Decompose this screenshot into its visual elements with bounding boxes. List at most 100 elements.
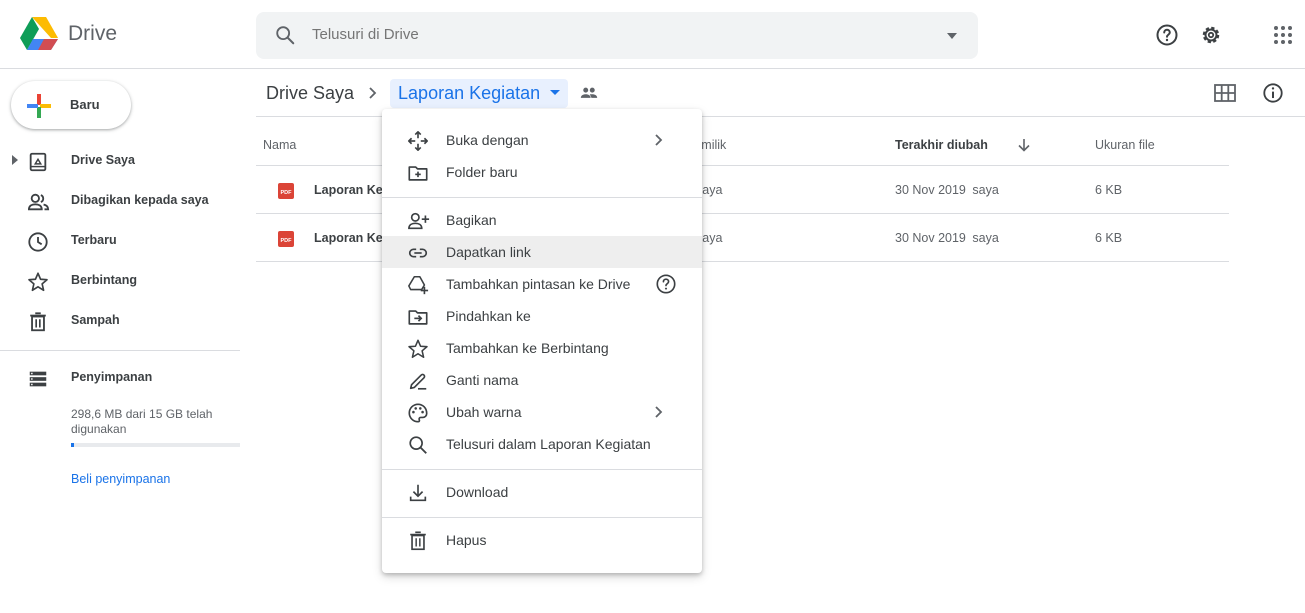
menu-item-add-star[interactable]: Tambahkan ke Berbintang bbox=[382, 332, 702, 364]
apps-grid-icon[interactable] bbox=[1271, 23, 1295, 47]
sidebar-item-label: Sampah bbox=[71, 313, 120, 327]
file-modified: 30 Nov 2019 saya bbox=[895, 231, 999, 245]
storage-progress-bar bbox=[71, 443, 240, 447]
top-bar: Drive bbox=[0, 0, 1305, 69]
star-icon bbox=[408, 339, 428, 359]
menu-item-label: Dapatkan link bbox=[446, 244, 531, 260]
sidebar-item-starred[interactable]: Berbintang bbox=[0, 265, 240, 297]
add-person-icon bbox=[408, 212, 430, 230]
menu-item-label: Folder baru bbox=[446, 164, 518, 180]
sidebar-item-storage[interactable]: Penyimpanan bbox=[0, 362, 240, 394]
column-header-size[interactable]: Ukuran file bbox=[1095, 138, 1155, 152]
search-options-icon[interactable] bbox=[946, 32, 958, 40]
menu-divider bbox=[382, 517, 702, 518]
menu-item-label: Ganti nama bbox=[446, 372, 519, 388]
clock-icon bbox=[28, 232, 48, 252]
add-shortcut-drive-icon bbox=[408, 275, 429, 295]
breadcrumb-current-label: Laporan Kegiatan bbox=[398, 82, 541, 103]
search-icon bbox=[409, 436, 427, 454]
menu-item-label: Ubah warna bbox=[446, 404, 522, 420]
sidebar-item-my-drive[interactable]: Drive Saya bbox=[0, 145, 240, 177]
new-button[interactable]: Baru bbox=[11, 81, 131, 129]
sidebar-item-label: Terbaru bbox=[71, 233, 117, 247]
new-folder-icon bbox=[408, 166, 428, 181]
menu-item-label: Buka dengan bbox=[446, 132, 529, 148]
new-button-label: Baru bbox=[70, 97, 100, 112]
search-icon[interactable] bbox=[274, 24, 296, 46]
sort-arrow-down-icon[interactable] bbox=[1017, 138, 1031, 152]
sidebar-item-recent[interactable]: Terbaru bbox=[0, 225, 240, 257]
breadcrumb-root[interactable]: Drive Saya bbox=[256, 83, 364, 104]
chevron-right-icon bbox=[369, 87, 377, 99]
menu-item-label: Hapus bbox=[446, 532, 487, 548]
menu-item-get-link[interactable]: Dapatkan link bbox=[382, 236, 702, 268]
gear-icon[interactable] bbox=[1199, 23, 1223, 47]
plus-icon bbox=[27, 94, 51, 118]
menu-item-label: Telusuri dalam Laporan Kegiatan bbox=[446, 436, 651, 452]
download-icon bbox=[409, 484, 427, 502]
column-header-modified[interactable]: Terakhir diubah bbox=[895, 138, 988, 152]
trash-icon bbox=[30, 312, 46, 332]
open-with-icon bbox=[408, 131, 428, 151]
caret-down-icon bbox=[550, 90, 561, 95]
drive-logo-icon bbox=[20, 17, 58, 50]
chevron-right-icon bbox=[655, 134, 663, 146]
menu-item-add-shortcut[interactable]: Tambahkan pintasan ke Drive bbox=[382, 268, 702, 300]
move-to-folder-icon bbox=[408, 310, 428, 325]
search-bar[interactable] bbox=[256, 12, 978, 59]
my-drive-icon bbox=[29, 152, 47, 172]
menu-item-new-folder[interactable]: Folder baru bbox=[382, 156, 702, 188]
file-modified: 30 Nov 2019 saya bbox=[895, 183, 999, 197]
search-input[interactable] bbox=[312, 26, 912, 43]
menu-item-change-color[interactable]: Ubah warna bbox=[382, 396, 702, 428]
help-icon[interactable] bbox=[1155, 23, 1179, 47]
menu-item-label: Pindahkan ke bbox=[446, 308, 531, 324]
help-icon[interactable] bbox=[655, 273, 677, 295]
link-icon bbox=[408, 248, 428, 258]
menu-item-label: Tambahkan ke Berbintang bbox=[446, 340, 609, 356]
file-size: 6 KB bbox=[1095, 231, 1123, 245]
menu-item-rename[interactable]: Ganti nama bbox=[382, 364, 702, 396]
menu-divider bbox=[382, 469, 702, 470]
chevron-right-icon bbox=[655, 406, 663, 418]
palette-icon bbox=[408, 403, 428, 423]
breadcrumb-current-folder[interactable]: Laporan Kegiatan bbox=[390, 78, 569, 108]
menu-item-label: Download bbox=[446, 484, 509, 500]
pencil-icon bbox=[409, 373, 427, 390]
sidebar-item-trash[interactable]: Sampah bbox=[0, 305, 240, 337]
menu-item-share[interactable]: Bagikan bbox=[382, 204, 702, 236]
trash-icon bbox=[410, 531, 426, 551]
menu-item-open-with[interactable]: Buka dengan bbox=[382, 124, 702, 156]
menu-item-label: Tambahkan pintasan ke Drive bbox=[446, 276, 631, 292]
pdf-file-icon: PDF bbox=[278, 183, 294, 199]
storage-usage-text: 298,6 MB dari 15 GB telah digunakan bbox=[71, 407, 213, 436]
menu-item-move-to[interactable]: Pindahkan ke bbox=[382, 300, 702, 332]
drive-logo[interactable]: Drive bbox=[20, 17, 117, 51]
shared-folder-icon bbox=[580, 87, 598, 98]
caret-right-icon[interactable] bbox=[11, 155, 19, 165]
svg-text:PDF: PDF bbox=[281, 238, 293, 244]
sidebar-divider bbox=[0, 350, 240, 351]
breadcrumb: Drive Saya Laporan Kegiatan bbox=[256, 77, 598, 109]
menu-item-label: Bagikan bbox=[446, 212, 497, 228]
file-size: 6 KB bbox=[1095, 183, 1123, 197]
info-icon[interactable] bbox=[1262, 82, 1284, 104]
menu-item-search-in-folder[interactable]: Telusuri dalam Laporan Kegiatan bbox=[382, 428, 702, 460]
menu-divider bbox=[382, 197, 702, 198]
sidebar-item-label: Berbintang bbox=[71, 273, 137, 287]
menu-item-download[interactable]: Download bbox=[382, 476, 702, 508]
column-header-name[interactable]: Nama bbox=[263, 138, 296, 152]
storage-progress-fill bbox=[71, 443, 75, 447]
sidebar-item-shared[interactable]: Dibagikan kepada saya bbox=[0, 185, 240, 217]
star-icon bbox=[28, 272, 48, 292]
grid-view-icon[interactable] bbox=[1214, 84, 1236, 102]
shared-people-icon bbox=[27, 193, 50, 211]
menu-item-delete[interactable]: Hapus bbox=[382, 524, 702, 556]
sidebar-item-label: Drive Saya bbox=[71, 153, 135, 167]
storage-icon bbox=[29, 371, 47, 387]
folder-context-menu: Buka dengan Folder baru Bagikan Dapatkan… bbox=[382, 109, 702, 573]
storage-label: Penyimpanan bbox=[71, 370, 153, 384]
app-name: Drive bbox=[68, 22, 118, 45]
pdf-file-icon: PDF bbox=[278, 231, 294, 247]
buy-storage-link[interactable]: Beli penyimpanan bbox=[71, 472, 170, 486]
